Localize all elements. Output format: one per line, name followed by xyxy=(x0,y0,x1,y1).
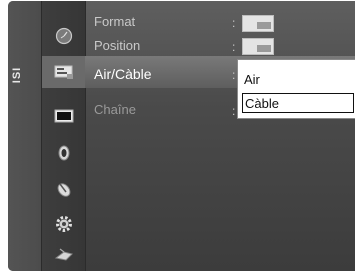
menu-item-position[interactable]: Position xyxy=(94,38,140,53)
menu-icon-column xyxy=(41,1,86,271)
format-colon: : xyxy=(232,16,236,30)
menu-item-air-cable[interactable]: Air/Càble xyxy=(94,66,152,82)
tv-osd-menu: ISI Format: Position: Air/Càble: Chaî… xyxy=(8,1,355,271)
dropdown-option-air[interactable]: Air xyxy=(242,70,354,90)
menu-item-chaine[interactable]: Chaîne xyxy=(94,102,136,117)
input-icon[interactable] xyxy=(54,246,74,266)
position-colon: : xyxy=(232,40,236,54)
position-value-box[interactable] xyxy=(242,38,274,55)
air-cable-colon: : xyxy=(232,68,236,82)
gear-icon[interactable] xyxy=(54,214,74,234)
sound-icon[interactable] xyxy=(54,143,74,163)
side-tab: ISI xyxy=(8,1,41,271)
dropdown-option-cable[interactable]: Càble xyxy=(242,93,354,113)
channel-settings-icon[interactable] xyxy=(54,62,74,82)
format-value-box[interactable] xyxy=(242,15,274,32)
side-tab-label: ISI xyxy=(11,66,23,84)
menu-item-format[interactable]: Format xyxy=(94,14,135,29)
satellite-icon[interactable] xyxy=(54,179,74,199)
clock-icon[interactable] xyxy=(54,26,74,46)
chaine-colon: : xyxy=(232,104,236,118)
air-cable-dropdown[interactable]: Air Càble xyxy=(237,59,355,119)
picture-icon[interactable] xyxy=(54,106,74,126)
